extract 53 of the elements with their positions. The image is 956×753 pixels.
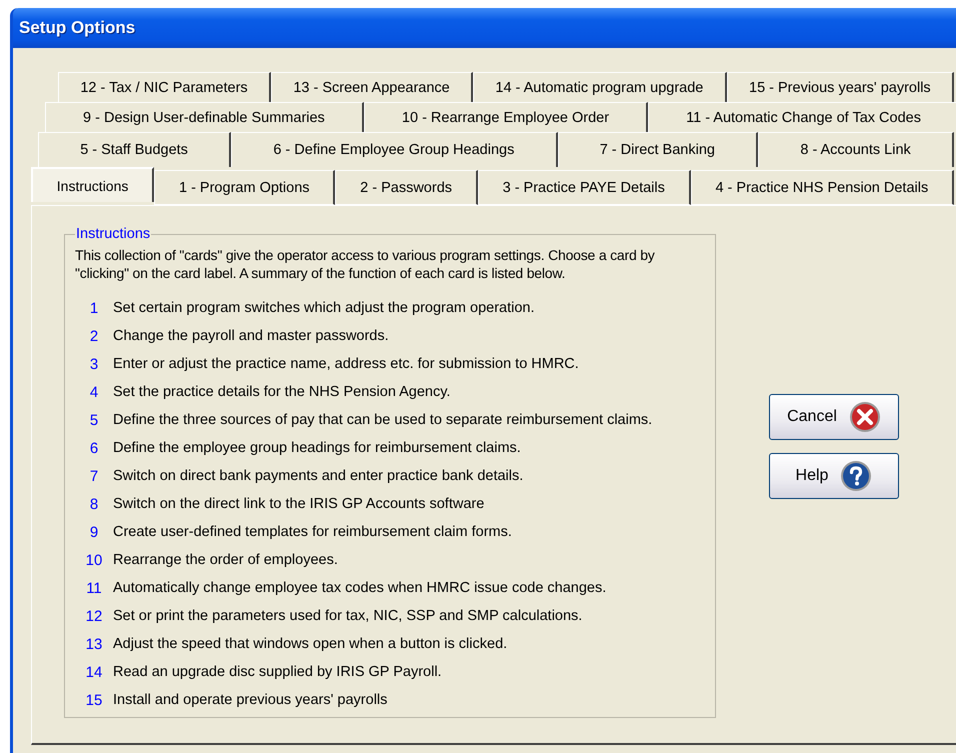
item-number: 12 [84, 608, 104, 624]
tab[interactable]: 2 - Passwords [335, 170, 478, 205]
item-description: Switch on the direct link to the IRIS GP Accounts software [113, 496, 484, 512]
tab[interactable]: 5 - Staff Budgets [38, 132, 232, 167]
item-number: 11 [85, 580, 103, 596]
item-number: 6 [88, 440, 100, 456]
item-number: 13 [84, 636, 104, 652]
item-number: 1 [88, 300, 100, 316]
item-number: 15 [84, 692, 104, 708]
tab[interactable]: 11 - Automatic Change of Tax Codes [648, 102, 956, 132]
tab[interactable]: 15 - Previous years' payrolls [726, 72, 954, 102]
tab[interactable]: 8 - Accounts Link [758, 132, 954, 167]
item-description: Set certain program switches which adjust the program operation. [113, 300, 535, 316]
help-icon [840, 460, 872, 492]
item-description: Enter or adjust the practice name, address etc. for submission to HMRC. [113, 356, 579, 372]
tab[interactable]: 14 - Automatic program upgrade [473, 72, 727, 102]
item-number: 3 [88, 356, 100, 372]
item-number: 9 [88, 524, 100, 540]
cancel-button[interactable]: Cancel [769, 394, 899, 440]
item-description: Define the employee group headings for reimbursement claims. [113, 440, 521, 456]
item-number: 8 [88, 496, 100, 512]
item-description: Set or print the parameters used for tax, NIC, SSP and SMP calculations. [113, 608, 582, 624]
item-description: Switch on direct bank payments and enter practice bank details. [113, 468, 524, 484]
item-description: Automatically change employee tax codes when HMRC issue code changes. [113, 580, 606, 596]
tab[interactable]: 12 - Tax / NIC Parameters [58, 72, 272, 102]
tab[interactable]: 4 - Practice NHS Pension Details [690, 170, 954, 205]
item-description: Change the payroll and master passwords. [113, 328, 389, 344]
tab[interactable]: 13 - Screen Appearance [271, 72, 474, 102]
tab[interactable]: 9 - Design User-definable Summaries [45, 102, 364, 132]
intro-text: This collection of "cards" give the operator access to various program settings. Choose a card by "clicking" on the card label. A summary of the function of each card is listed below. [75, 246, 656, 282]
close-icon [848, 401, 881, 433]
item-number: 7 [88, 468, 100, 484]
item-number: 14 [84, 664, 104, 680]
item-description: Define the three sources of pay that can be used to separate reimbursement claims. [113, 412, 652, 428]
item-number: 2 [88, 328, 100, 344]
group-title: Instructions [75, 226, 152, 242]
tab[interactable]: 1 - Program Options [154, 170, 336, 205]
item-number: 5 [88, 412, 100, 428]
tab[interactable]: 6 - Define Employee Group Headings [231, 132, 558, 167]
item-description: Rearrange the order of employees. [113, 552, 338, 568]
tab[interactable]: Instructions [31, 167, 154, 202]
item-description: Adjust the speed that windows open when a button is clicked. [113, 636, 508, 652]
window-title: Setup Options [19, 18, 136, 38]
tab[interactable]: 10 - Rearrange Employee Order [364, 102, 648, 132]
item-description: Set the practice details for the NHS Pension Agency. [113, 384, 450, 400]
item-description: Read an upgrade disc supplied by IRIS GP Payroll. [113, 664, 442, 680]
help-button[interactable]: Help [769, 453, 899, 499]
item-description: Install and operate previous years' payrolls [113, 692, 388, 708]
item-number: 4 [88, 384, 100, 400]
item-number: 10 [84, 552, 104, 568]
item-description: Create user-defined templates for reimbursement claim forms. [113, 524, 512, 540]
tab[interactable]: 3 - Practice PAYE Details [478, 170, 691, 205]
tab[interactable]: 7 - Direct Banking [558, 132, 758, 167]
